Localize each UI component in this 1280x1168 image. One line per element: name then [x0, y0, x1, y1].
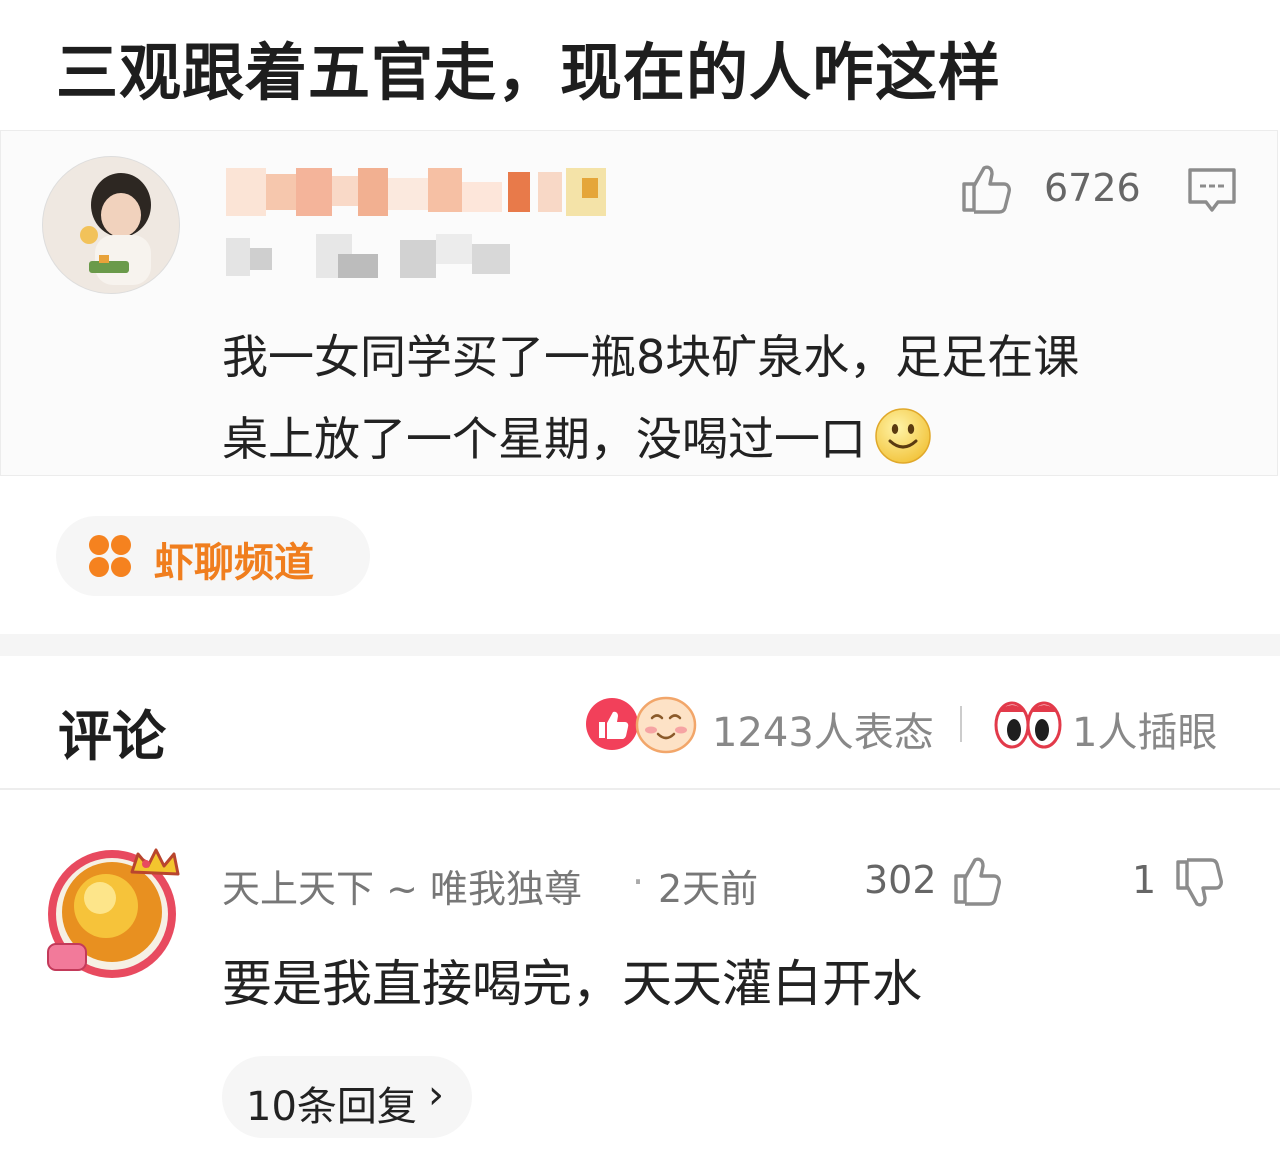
post-text-line-1: 我一女同学买了一瓶8块矿泉水，足足在课 — [222, 330, 1080, 384]
post-author-avatar[interactable] — [42, 156, 180, 294]
reaction-count: 1243人表态 — [712, 710, 934, 756]
meta-dot: · — [632, 860, 645, 904]
blurred-user-info — [226, 234, 510, 278]
comment-thumbs-up-icon[interactable] — [950, 852, 1004, 908]
thumbs-down-icon[interactable] — [1172, 856, 1226, 912]
chevron-right-icon: › — [428, 1072, 444, 1118]
peek-count: 1人插眼 — [1072, 710, 1218, 756]
post-text-line-2-wrap: 桌上放了一个星期，没喝过一口 — [222, 398, 1232, 480]
channel-label[interactable]: 虾聊频道 — [154, 530, 314, 588]
thumbs-up-icon[interactable] — [958, 160, 1014, 216]
page-title: 三观跟着五官走，现在的人咋这样 — [56, 36, 1002, 109]
comment-like-count: 302 — [864, 858, 937, 902]
post-text-line-2: 桌上放了一个星期，没喝过一口 — [222, 412, 866, 466]
header-separator — [960, 706, 962, 742]
smile-emoji-icon — [875, 408, 931, 464]
post-like-count: 6726 — [1044, 166, 1141, 210]
header-divider — [0, 788, 1280, 790]
blush-face-reaction-icon[interactable] — [634, 694, 698, 754]
replies-label[interactable]: 10条回复 — [246, 1074, 417, 1132]
four-petal-grid-icon — [89, 535, 131, 577]
section-divider — [0, 634, 1280, 656]
post-text: 我一女同学买了一瓶8块矿泉水，足足在课 桌上放了一个星期，没喝过一口 — [222, 316, 1232, 480]
comment-bubble-icon[interactable] — [1184, 164, 1240, 218]
like-reaction-icon[interactable] — [584, 696, 640, 752]
comment-dislike-count: 1 — [1132, 858, 1157, 902]
comments-section-title: 评论 — [58, 705, 166, 768]
eyes-icon[interactable] — [994, 698, 1062, 750]
comment-text: 要是我直接喝完，天天灌白开水 — [222, 955, 922, 1013]
blurred-username — [226, 168, 606, 216]
commenter-avatar[interactable] — [40, 832, 190, 982]
commenter-username[interactable]: 天上天下 ~ 唯我独尊 — [222, 858, 582, 913]
comment-timestamp: 2天前 — [658, 867, 759, 911]
